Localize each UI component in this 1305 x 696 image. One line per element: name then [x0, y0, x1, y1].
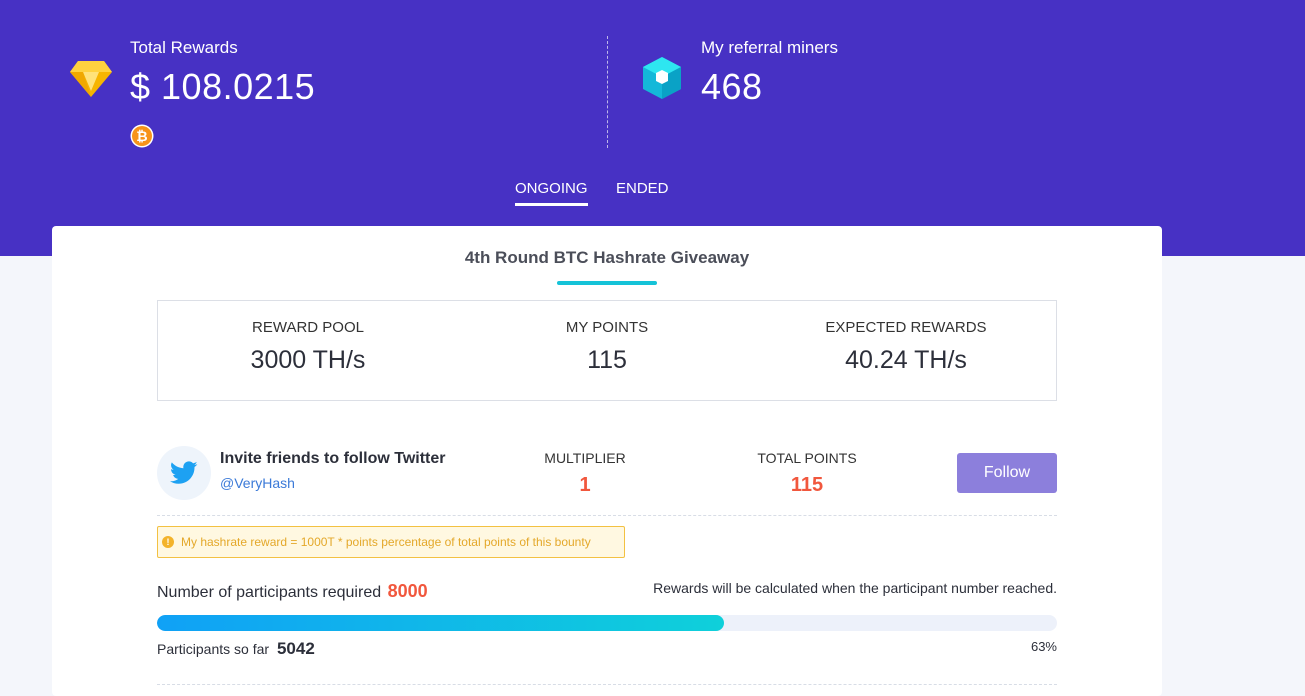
referral-miners: My referral miners 468 [701, 38, 838, 108]
notice-text: My hashrate reward = 1000T * points perc… [181, 535, 591, 549]
task-title: Invite friends to follow Twitter [220, 450, 446, 467]
diamond-icon [68, 57, 114, 104]
svg-text:₿: ₿ [136, 129, 147, 145]
multiplier-value: 1 [579, 474, 591, 496]
reward-pool-label: REWARD POOL [252, 319, 364, 336]
task-divider [157, 515, 1057, 516]
my-points: MY POINTS 115 [457, 319, 757, 375]
bitcoin-icon: ₿ [130, 124, 154, 153]
total-points-value: 115 [790, 474, 824, 496]
reward-formula-notice: ! My hashrate reward = 1000T * points pe… [157, 526, 625, 558]
hero-banner: Total Rewards $ 108.0215 ₿ My referral m… [0, 0, 1305, 256]
total-rewards-label: Total Rewards [130, 38, 238, 57]
warning-icon: ! [162, 536, 174, 548]
reward-pool: REWARD POOL 3000 TH/s [158, 319, 458, 375]
participants-progress-fill [157, 615, 724, 631]
campaign-card: 4th Round BTC Hashrate Giveaway REWARD P… [52, 226, 1162, 696]
stats-divider [607, 36, 608, 148]
total-points-label: TOTAL POINTS [757, 450, 857, 466]
participants-so-far: Participants so far 5042 [157, 639, 315, 659]
twitter-icon [170, 461, 198, 484]
campaign-summary: REWARD POOL 3000 TH/s MY POINTS 115 EXPE… [157, 300, 1057, 401]
participants-required-label: Number of participants required [157, 584, 382, 601]
total-points: TOTAL POINTS 115 [747, 450, 867, 497]
title-underline [557, 281, 657, 285]
expected-rewards-label: EXPECTED REWARDS [825, 319, 987, 336]
status-tabs: ONGOING ENDED [0, 180, 1305, 210]
referral-miners-label: My referral miners [701, 38, 838, 57]
my-points-label: MY POINTS [565, 319, 649, 336]
twitter-handle-link[interactable]: @VeryHash [220, 475, 295, 491]
tab-ongoing[interactable]: ONGOING [515, 180, 588, 206]
multiplier: MULTIPLIER 1 [535, 450, 635, 497]
reward-pool-value: 3000 TH/s [250, 346, 366, 374]
participants-so-far-value: 5042 [276, 639, 315, 658]
campaign-title: 4th Round BTC Hashrate Giveaway [464, 248, 750, 267]
my-points-value: 115 [587, 346, 627, 374]
expected-rewards-value: 40.24 TH/s [845, 346, 967, 374]
cube-icon [640, 55, 684, 106]
twitter-avatar [157, 446, 211, 500]
participants-progress-bar [157, 615, 1057, 631]
participants-so-far-label: Participants so far [157, 641, 270, 657]
progress-percent: 63% [1030, 639, 1057, 654]
participants-required-value: 8000 [387, 581, 428, 601]
total-rewards-value: $ 108.0215 [130, 66, 316, 107]
total-rewards: Total Rewards $ 108.0215 [130, 38, 315, 108]
calculation-note: Rewards will be calculated when the part… [653, 580, 1057, 596]
referral-miners-value: 468 [701, 66, 763, 107]
tab-ended[interactable]: ENDED [616, 180, 669, 203]
expected-rewards: EXPECTED REWARDS 40.24 TH/s [756, 319, 1056, 375]
participants-required: Number of participants required 8000 [157, 581, 428, 602]
follow-button[interactable]: Follow [957, 453, 1057, 493]
twitter-task-row: Invite friends to follow Twitter @VeryHa… [157, 446, 1057, 516]
multiplier-label: MULTIPLIER [544, 450, 626, 466]
